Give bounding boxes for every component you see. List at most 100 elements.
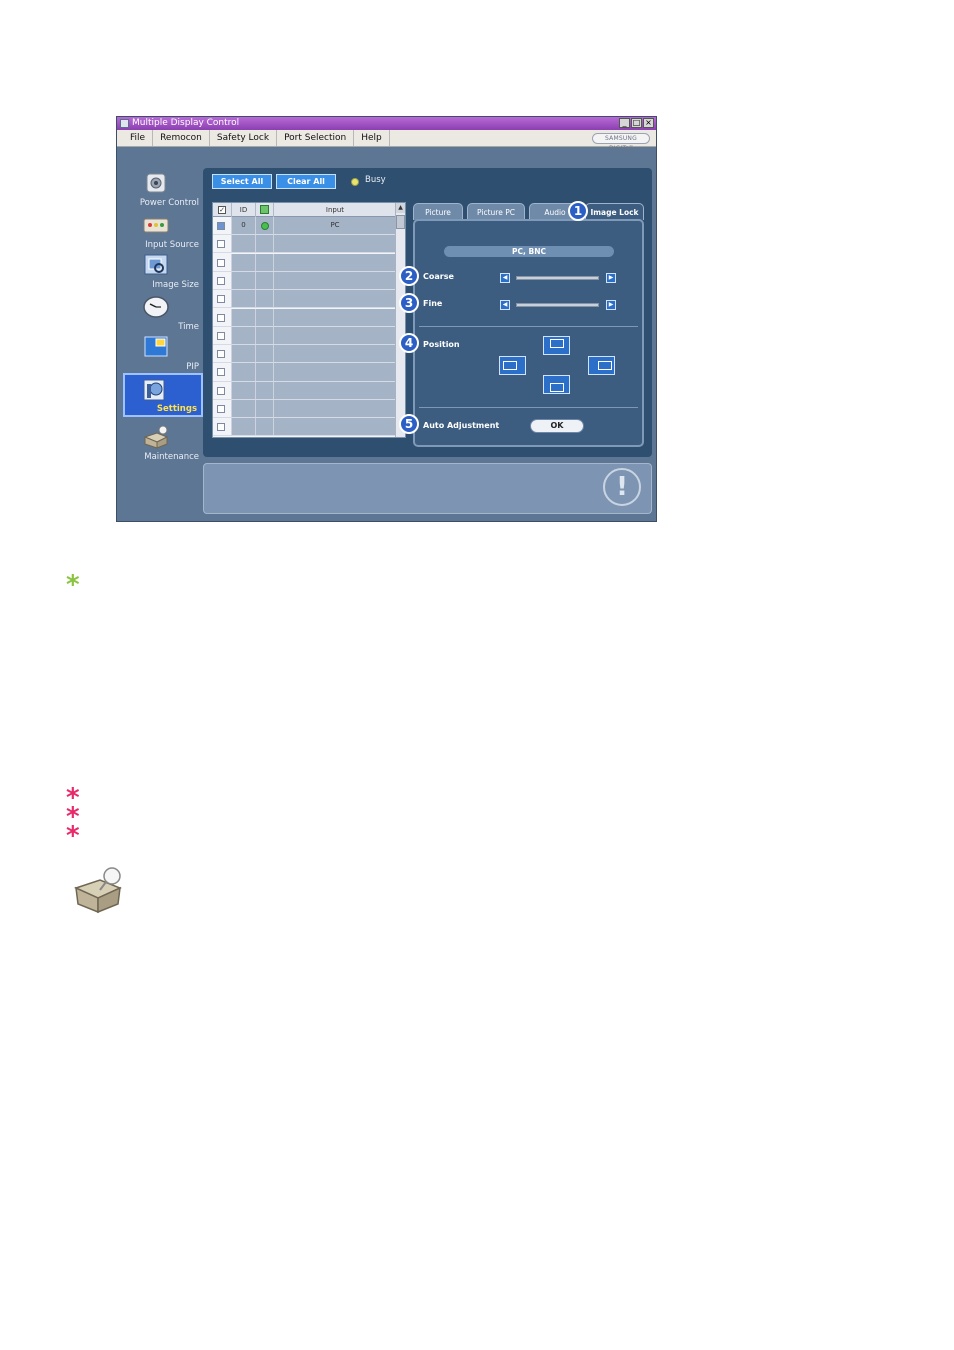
table-row[interactable] xyxy=(213,271,396,291)
image-lock-panel: PC, BNC Coarse ◀ ▶ Fine ◀ ▶ Position Aut… xyxy=(413,219,644,447)
row-input-cell: PC xyxy=(274,217,396,235)
row-input-cell xyxy=(274,326,396,344)
row-checkbox[interactable] xyxy=(217,368,225,377)
sidebar-item-power-control[interactable]: Power Control xyxy=(123,169,203,209)
sidebar-item-label: Maintenance xyxy=(144,452,199,462)
table-row[interactable] xyxy=(213,326,396,345)
sidebar-item-input-source[interactable]: Input Source xyxy=(123,211,203,251)
sidebar-item-image-size[interactable]: Image Size xyxy=(123,251,203,291)
message-panel: ! xyxy=(203,463,652,514)
row-input-cell xyxy=(274,253,396,271)
scroll-thumb[interactable] xyxy=(396,215,405,229)
row-status-cell xyxy=(256,217,274,235)
fine-decrease-button[interactable]: ◀ xyxy=(500,300,510,310)
menu-safety-lock[interactable]: Safety Lock xyxy=(210,130,278,146)
row-select-cell xyxy=(213,271,232,290)
clear-all-button[interactable]: Clear All xyxy=(276,174,336,189)
settings-tabs: Picture Picture PC Audio Image Lock xyxy=(413,203,644,220)
row-checkbox[interactable] xyxy=(217,276,225,285)
divider xyxy=(419,326,638,327)
row-checkbox[interactable] xyxy=(217,313,225,322)
row-id-cell xyxy=(232,326,256,344)
select-all-button[interactable]: Select All xyxy=(212,174,272,189)
position-down-icon xyxy=(550,383,564,392)
position-up-button[interactable] xyxy=(543,336,570,355)
menu-help[interactable]: Help xyxy=(354,130,390,146)
table-row[interactable] xyxy=(213,381,396,400)
row-select-cell xyxy=(213,381,232,399)
maximize-button[interactable]: □ xyxy=(631,118,642,128)
row-input-cell xyxy=(274,235,396,253)
coarse-decrease-button[interactable]: ◀ xyxy=(500,273,510,283)
row-select-cell xyxy=(213,217,232,235)
row-checkbox[interactable] xyxy=(217,423,225,432)
position-left-icon xyxy=(503,361,517,370)
row-checkbox[interactable] xyxy=(217,331,225,340)
row-checkbox[interactable] xyxy=(217,295,225,304)
minimize-button[interactable]: _ xyxy=(619,118,630,128)
row-status-cell xyxy=(256,400,274,418)
scroll-up-button[interactable]: ▲ xyxy=(396,203,405,213)
maintenance-icon xyxy=(73,867,122,914)
table-row[interactable] xyxy=(213,253,396,272)
menu-remocon[interactable]: Remocon xyxy=(153,130,210,146)
table-row[interactable] xyxy=(213,418,396,437)
menu-port-selection[interactable]: Port Selection xyxy=(277,130,355,146)
auto-adjustment-ok-button[interactable]: OK xyxy=(530,419,584,433)
sidebar-item-pip[interactable]: PIP xyxy=(123,333,203,373)
row-checkbox[interactable] xyxy=(217,386,225,395)
tab-image-lock[interactable]: Image Lock xyxy=(585,203,644,220)
close-button[interactable]: × xyxy=(643,118,654,128)
position-right-button[interactable] xyxy=(588,356,615,375)
tab-picture-pc[interactable]: Picture PC xyxy=(467,203,525,220)
fine-slider[interactable] xyxy=(516,303,599,307)
position-down-button[interactable] xyxy=(543,375,570,394)
row-select-cell xyxy=(213,400,232,418)
table-row[interactable]: 0 PC xyxy=(213,217,396,236)
callout-2: 2 xyxy=(399,266,419,286)
column-header-id: ID xyxy=(232,203,256,217)
busy-indicator-icon xyxy=(351,178,359,186)
position-left-button[interactable] xyxy=(499,356,526,375)
sidebar-item-maintenance[interactable]: Maintenance xyxy=(123,423,203,463)
coarse-slider[interactable] xyxy=(516,276,599,280)
sidebar-item-time[interactable]: Time xyxy=(123,293,203,333)
menu-file[interactable]: File xyxy=(123,130,154,146)
row-checkbox[interactable] xyxy=(217,222,225,230)
table-row[interactable] xyxy=(213,363,396,382)
row-checkbox[interactable] xyxy=(217,258,225,267)
row-select-cell xyxy=(213,290,232,308)
table-row[interactable] xyxy=(213,400,396,419)
sidebar-item-label: Time xyxy=(178,322,199,332)
coarse-increase-button[interactable]: ▶ xyxy=(606,273,616,283)
row-input-cell xyxy=(274,400,396,418)
table-row[interactable] xyxy=(213,345,396,364)
row-status-cell xyxy=(256,418,274,436)
table-row[interactable] xyxy=(213,290,396,309)
row-input-cell xyxy=(274,418,396,436)
header-select-checkbox[interactable]: ✓ xyxy=(213,203,232,217)
image-size-icon xyxy=(144,254,168,275)
row-input-cell xyxy=(274,308,396,326)
display-table: ✓ ID Input 0 PC ▲ xyxy=(212,202,406,438)
tab-picture[interactable]: Picture xyxy=(413,203,463,220)
sidebar-item-label: Power Control xyxy=(139,198,199,208)
row-checkbox[interactable] xyxy=(217,350,225,359)
warning-icon: ! xyxy=(603,468,641,506)
table-row[interactable] xyxy=(213,308,396,327)
sidebar-item-settings[interactable]: Settings xyxy=(123,373,203,417)
callout-3: 3 xyxy=(399,293,419,313)
row-checkbox[interactable] xyxy=(217,405,225,413)
column-header-input: Input xyxy=(325,206,345,214)
table-scrollbar[interactable]: ▲ xyxy=(395,203,405,437)
row-status-cell xyxy=(256,345,274,363)
fine-increase-button[interactable]: ▶ xyxy=(606,300,616,310)
row-status-cell xyxy=(256,381,274,399)
row-checkbox[interactable] xyxy=(217,240,225,249)
row-id-cell xyxy=(232,400,256,418)
status-on-icon xyxy=(261,222,269,230)
row-select-cell xyxy=(213,326,232,344)
row-input-cell xyxy=(274,271,396,290)
maintenance-icon xyxy=(143,425,169,449)
table-row[interactable] xyxy=(213,235,396,254)
